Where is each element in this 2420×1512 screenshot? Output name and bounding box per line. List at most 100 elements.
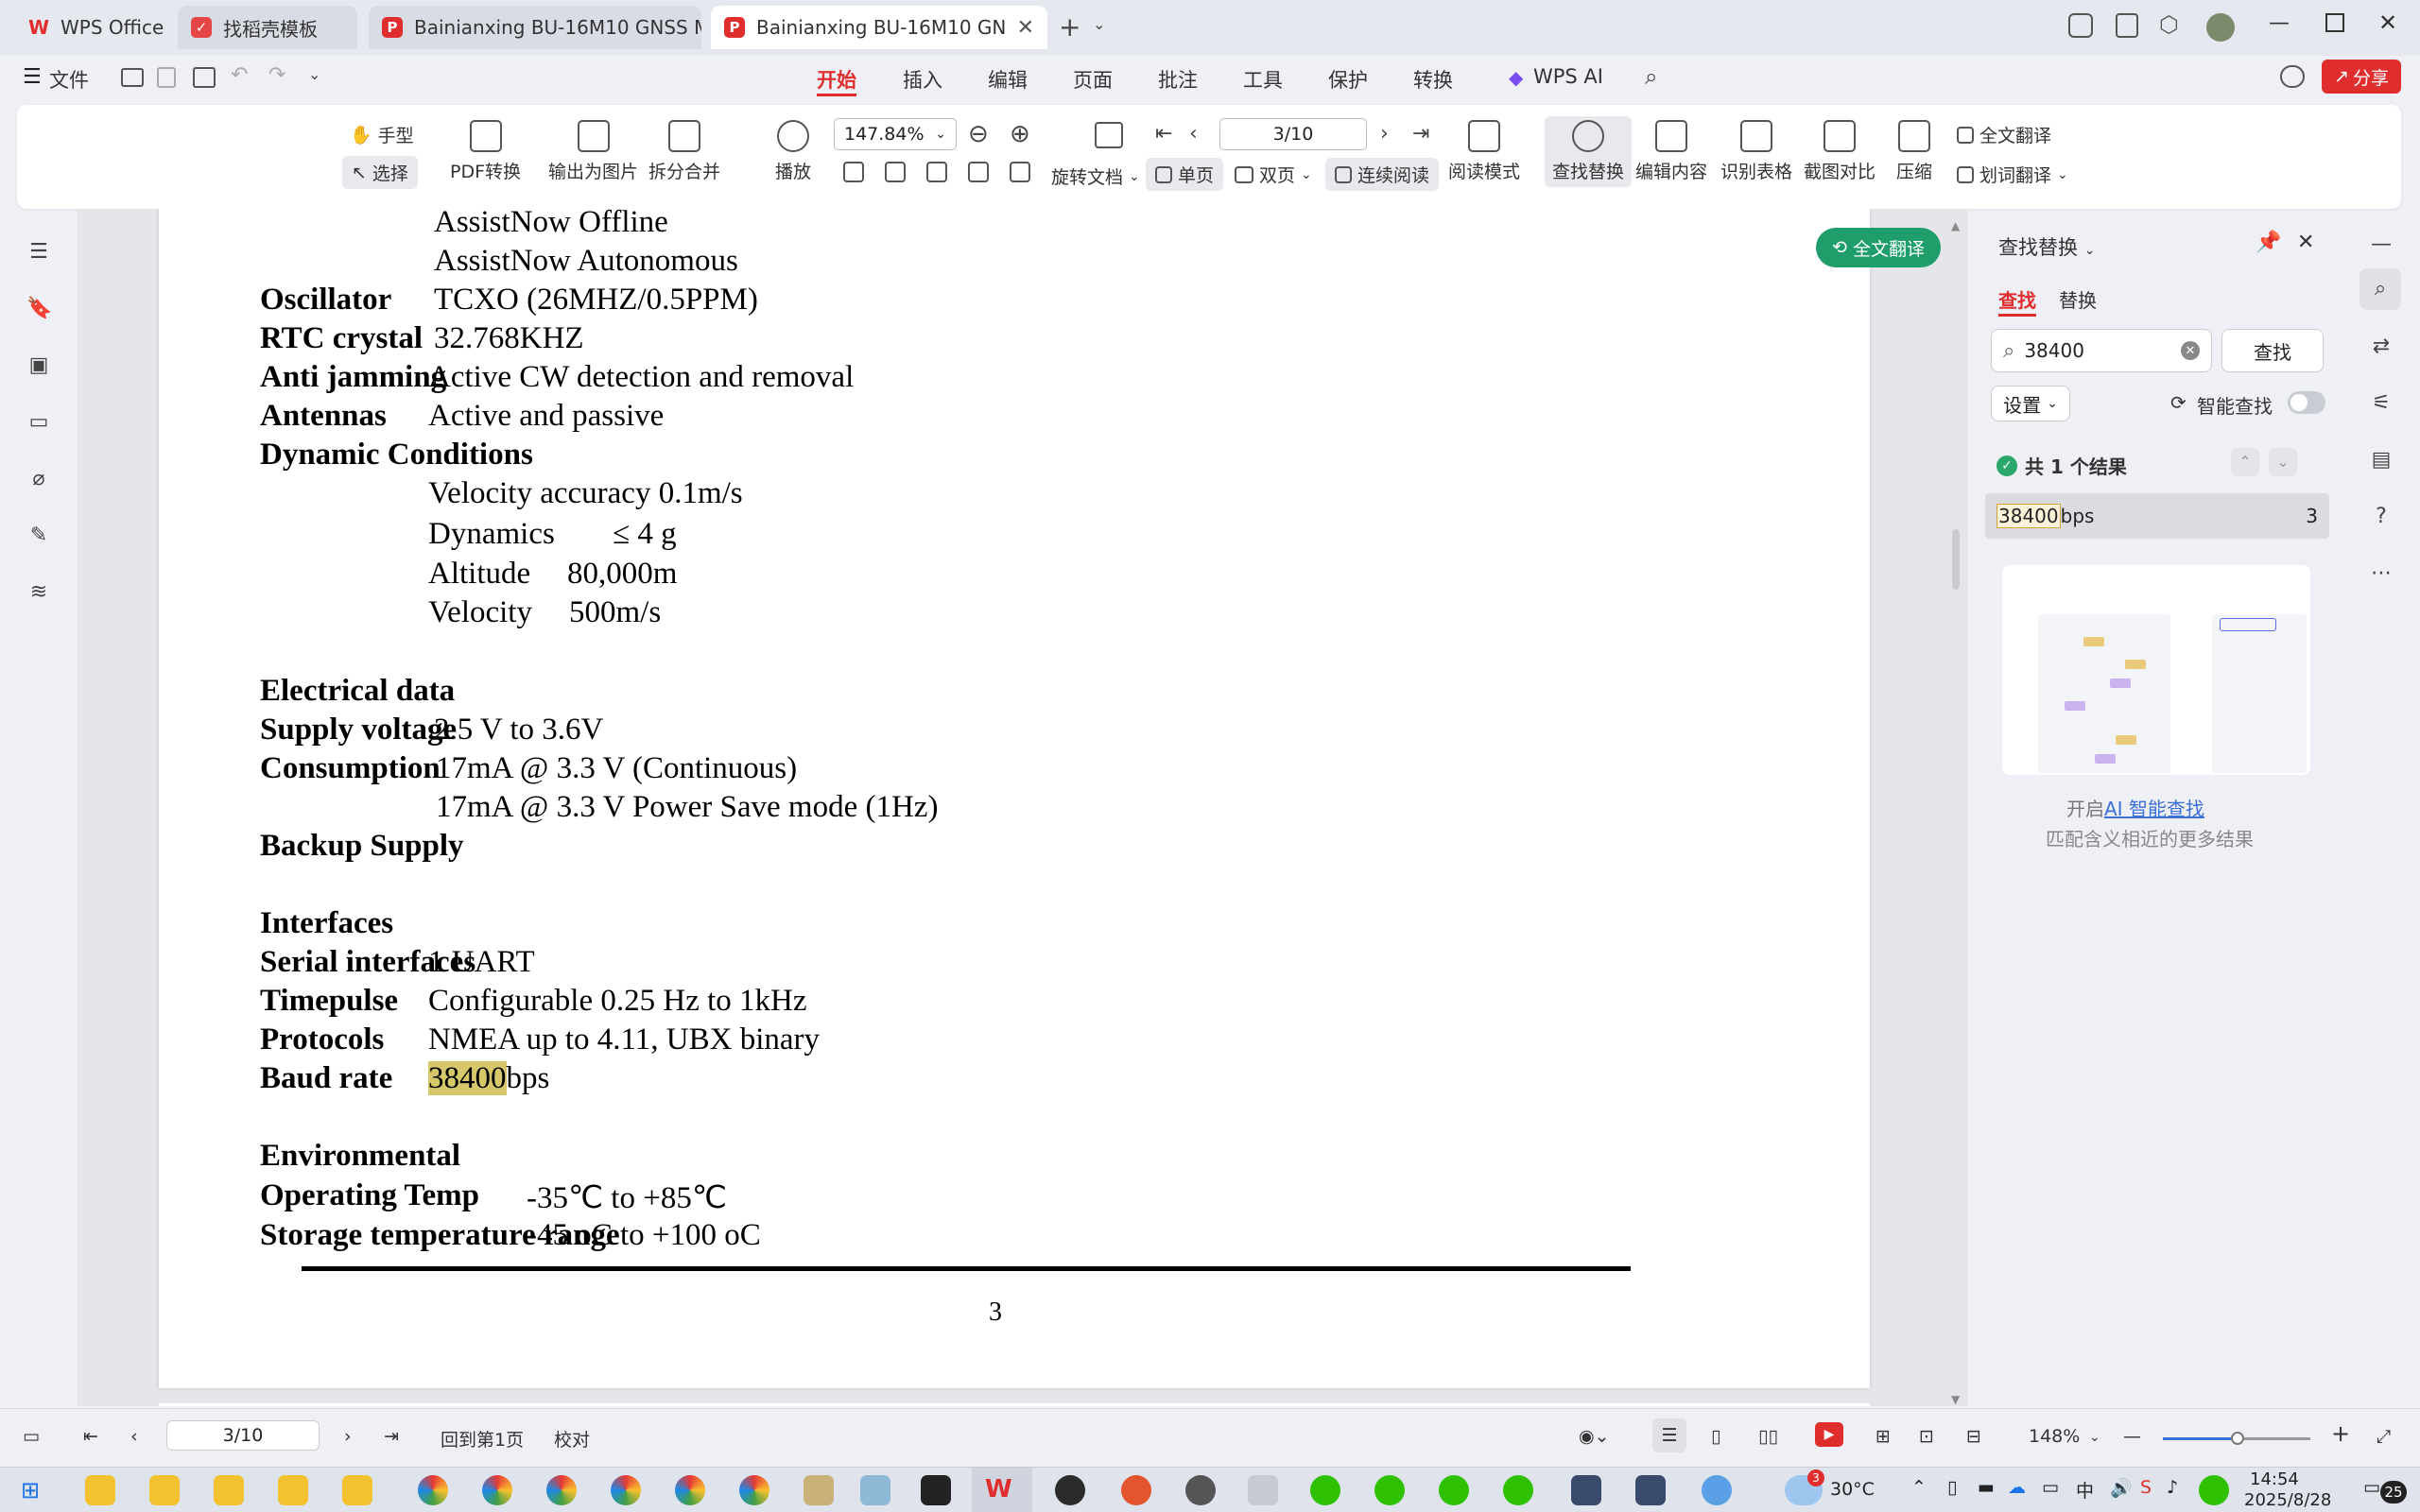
next-result-icon[interactable]: ⌄: [2269, 448, 2297, 476]
tray-cloud-icon[interactable]: ☁: [2008, 1477, 2026, 1498]
document-viewer[interactable]: AssistNow Offline AssistNow Autonomous O…: [78, 209, 1968, 1406]
undo-icon[interactable]: ↶: [231, 63, 248, 87]
recognize-table-button[interactable]: 识别表格: [1720, 120, 1792, 183]
ue-icon[interactable]: [1055, 1475, 1085, 1505]
chrome-icon[interactable]: [739, 1475, 769, 1505]
fit-page-icon[interactable]: [885, 162, 906, 182]
scrollbar-thumb[interactable]: [1952, 529, 1960, 590]
menu-home[interactable]: 开始: [817, 65, 856, 94]
prev-page-icon[interactable]: ‹: [1189, 122, 1198, 146]
prev-page-icon[interactable]: ‹: [130, 1426, 138, 1447]
ime-icon[interactable]: 中: [2076, 1477, 2094, 1503]
smart-find-toggle[interactable]: [2288, 391, 2325, 414]
rotate-doc-button[interactable]: 旋转文档 ⌄: [1051, 163, 1140, 189]
attachment-icon[interactable]: ⌀: [26, 467, 51, 491]
share-button[interactable]: ↗ 分享: [2322, 60, 2401, 94]
menu-wps-ai[interactable]: WPS AI: [1533, 65, 1603, 88]
export-image-button[interactable]: 输出为图片: [548, 120, 638, 183]
fit-page-icon[interactable]: ⊡: [1919, 1426, 1934, 1447]
settings-dropdown[interactable]: 设置 ⌄: [1991, 386, 2070, 421]
zoom-slider[interactable]: [2163, 1432, 2310, 1445]
settings-sliders-icon[interactable]: ⚟: [2369, 391, 2394, 416]
prev-result-icon[interactable]: ⌃: [2231, 448, 2259, 476]
new-tab-icon[interactable]: +: [1059, 11, 1080, 43]
chevron-down-icon[interactable]: ⌄: [308, 65, 320, 83]
single-page-button[interactable]: 单页: [1146, 158, 1224, 191]
actual-size-icon[interactable]: [843, 162, 864, 182]
menu-annotate[interactable]: 批注: [1158, 65, 1198, 94]
wechat-icon[interactable]: [1439, 1475, 1469, 1505]
actual-size-icon[interactable]: ⊟: [1966, 1426, 1981, 1447]
app-refresh-icon[interactable]: [1702, 1475, 1732, 1505]
collapse-icon[interactable]: —: [2369, 232, 2394, 257]
more-icon[interactable]: ⋯: [2369, 561, 2394, 586]
zoom-in-icon[interactable]: +: [2331, 1420, 2350, 1447]
clear-icon[interactable]: ✕: [2181, 341, 2200, 360]
find-replace-button[interactable]: 查找替换: [1545, 116, 1633, 187]
status-page-input[interactable]: 3/10: [166, 1420, 320, 1451]
ai-find-link[interactable]: 开启AI 智能查找: [2066, 794, 2204, 821]
find-button[interactable]: 查找: [2221, 329, 2324, 372]
fit-width-icon[interactable]: ⊞: [1876, 1426, 1891, 1447]
rotate-doc-icon[interactable]: [1095, 122, 1123, 148]
full-translate-button[interactable]: 全文翻译: [1957, 122, 2051, 147]
paint-icon[interactable]: [804, 1475, 834, 1505]
notepad-icon[interactable]: [860, 1475, 890, 1505]
hand-tool-button[interactable]: ✋ 手型: [350, 122, 414, 147]
tray-s-icon[interactable]: S: [2140, 1477, 2152, 1498]
snipping-tool-icon[interactable]: [1248, 1475, 1278, 1505]
battery-icon[interactable]: ▬: [1978, 1477, 1995, 1498]
bookmark-icon[interactable]: 🔖: [26, 297, 52, 321]
first-page-icon[interactable]: ⇤: [83, 1426, 98, 1447]
cube-icon[interactable]: ⬡: [2159, 11, 2179, 38]
folder-icon[interactable]: [149, 1475, 180, 1505]
menu-protect[interactable]: 保护: [1328, 65, 1368, 94]
app-window-icon[interactable]: [1571, 1475, 1601, 1505]
eye-icon[interactable]: ◉⌄: [1579, 1426, 1610, 1447]
word-translate-button[interactable]: 划词翻译 ⌄: [1957, 162, 2068, 187]
menu-insert[interactable]: 插入: [903, 65, 942, 94]
folder-icon[interactable]: [214, 1475, 244, 1505]
folder-icon[interactable]: [85, 1475, 115, 1505]
menu-convert[interactable]: 转换: [1413, 65, 1453, 94]
tray-chevron-icon[interactable]: ⌃: [1911, 1477, 1927, 1498]
cloud-upload-icon[interactable]: [2280, 65, 2305, 88]
double-view-icon[interactable]: ▯▯: [1758, 1426, 1778, 1447]
continuous-view-icon[interactable]: ☰: [1652, 1418, 1686, 1452]
select-tool-button[interactable]: ↖ 选择: [342, 156, 418, 189]
layers-icon[interactable]: ≋: [26, 580, 51, 605]
pdf-convert-button[interactable]: PDF转换: [450, 120, 521, 183]
volume-icon[interactable]: 🔊: [2110, 1477, 2133, 1499]
proofread-button[interactable]: 校对: [554, 1426, 590, 1452]
single-view-icon[interactable]: ▯: [1711, 1426, 1720, 1447]
display-icon[interactable]: ▭: [2042, 1477, 2059, 1498]
search-icon[interactable]: ⌕: [2360, 268, 2401, 310]
notification-icon[interactable]: ▭: [2363, 1477, 2380, 1498]
signature-icon[interactable]: ✎: [26, 524, 51, 548]
window-icon[interactable]: [2116, 13, 2138, 38]
tab-replace[interactable]: 替换: [2059, 285, 2097, 313]
rotate-right-icon[interactable]: [1010, 162, 1030, 182]
next-page-icon[interactable]: ›: [1380, 122, 1389, 146]
tray-music-icon[interactable]: ♪: [2167, 1477, 2178, 1498]
sidebar-toggle-icon[interactable]: ▭: [23, 1426, 40, 1447]
redo-icon[interactable]: ↷: [268, 63, 285, 87]
search-result-item[interactable]: 38400 bps 3: [1985, 493, 2329, 539]
folder-icon[interactable]: [342, 1475, 372, 1505]
comment-icon[interactable]: ▭: [26, 410, 51, 435]
search-input[interactable]: ⌕ 38400 ✕: [1991, 329, 2212, 372]
menu-tools[interactable]: 工具: [1243, 65, 1283, 94]
next-page-icon[interactable]: ›: [344, 1426, 352, 1447]
scroll-down-icon[interactable]: ▼: [1951, 1393, 1960, 1406]
zoom-value[interactable]: 148%: [2029, 1426, 2080, 1447]
compress-button[interactable]: 压缩: [1896, 120, 1932, 183]
fullscreen-icon[interactable]: ⤢: [2377, 1426, 2391, 1447]
app-swirl-icon[interactable]: [1121, 1475, 1151, 1505]
tray-77-icon[interactable]: [2199, 1475, 2229, 1505]
close-window-icon[interactable]: ✕: [2378, 9, 2397, 36]
outline-icon[interactable]: ☰: [26, 240, 51, 265]
save-icon[interactable]: [157, 67, 176, 88]
book-icon[interactable]: ▤: [2369, 448, 2394, 472]
wps-taskbar-icon[interactable]: W: [985, 1475, 1012, 1503]
app-window-icon[interactable]: [1635, 1475, 1666, 1505]
